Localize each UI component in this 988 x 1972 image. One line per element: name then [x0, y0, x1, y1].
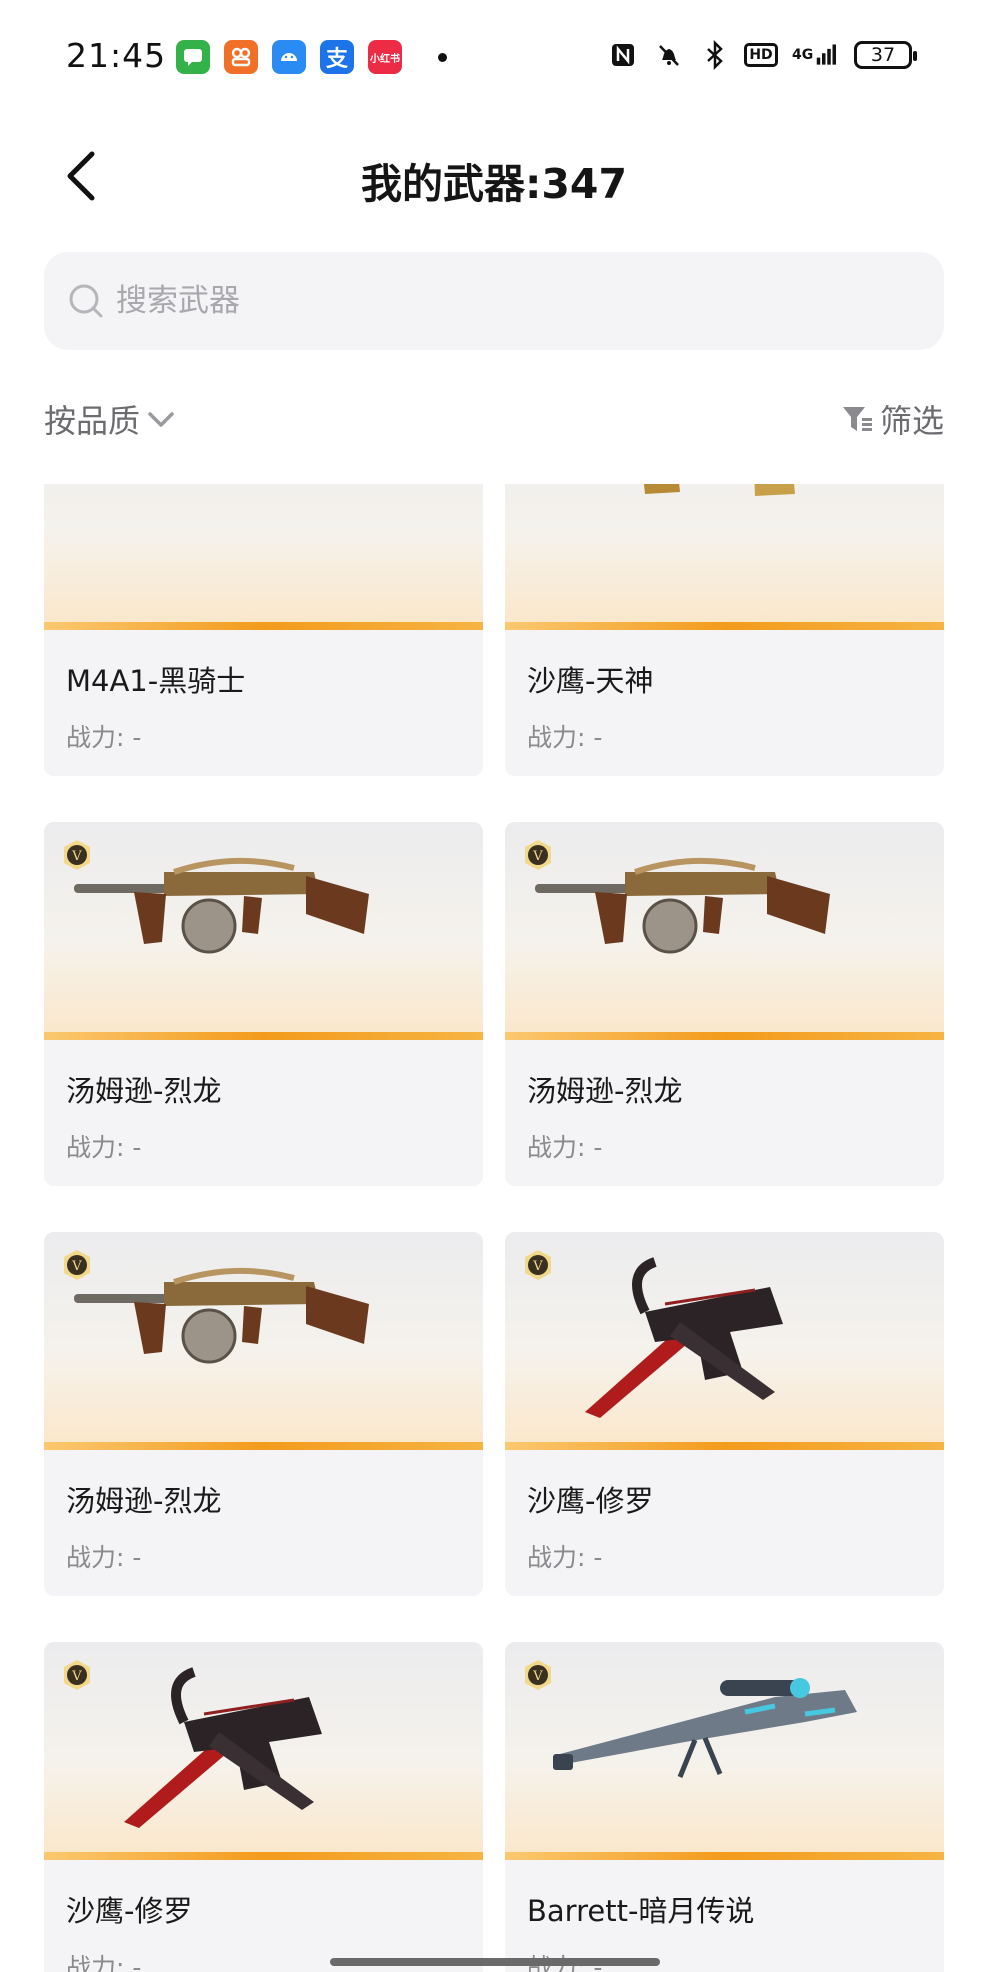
weapon-art [44, 484, 483, 622]
alipay-icon: 支 [320, 40, 354, 74]
hd-voice-icon: HD [744, 40, 778, 70]
weapon-name: M4A1-黑骑士 [66, 664, 246, 698]
weapon-image [44, 484, 483, 630]
search-input[interactable] [116, 283, 876, 319]
weapon-card[interactable]: M4A1-黑骑士战力: - [44, 484, 483, 776]
taobao-icon [224, 40, 258, 74]
svg-text:V: V [532, 849, 543, 864]
weapon-card[interactable]: 沙鹰-天神战力: - [505, 484, 944, 776]
xiaohongshu-icon: 小红书 [368, 40, 402, 74]
more-notifications-dot [438, 52, 447, 62]
page-title: 我的武器:347 [361, 160, 627, 208]
vip-badge-icon: V [64, 840, 90, 870]
weapon-card[interactable]: V 汤姆逊-烈龙战力: - [505, 822, 944, 1186]
weapon-name: 汤姆逊-烈龙 [527, 1074, 683, 1108]
vip-badge-icon: V [525, 1250, 551, 1280]
vip-badge-icon: V [525, 840, 551, 870]
weapon-image: V [44, 1642, 483, 1860]
weapon-name: 沙鹰-修罗 [66, 1894, 193, 1928]
status-time: 21:45 [66, 36, 167, 75]
weapon-art [644, 484, 795, 496]
filter-button[interactable]: 筛选 [840, 396, 944, 442]
hd-label: HD [744, 43, 778, 67]
chevron-down-icon [148, 412, 174, 427]
vip-badge-icon: V [64, 1660, 90, 1690]
weapon-name: 沙鹰-修罗 [527, 1484, 654, 1518]
svg-text:V: V [71, 849, 82, 864]
mute-bell-icon [654, 40, 684, 70]
weapon-name: 沙鹰-天神 [527, 664, 654, 698]
weapon-art [553, 1678, 857, 1778]
svg-text:V: V [532, 1669, 543, 1684]
weapon-image: V [505, 1642, 944, 1860]
signal-icon: 4G [792, 40, 838, 70]
vip-badge-icon: V [64, 1250, 90, 1280]
weapon-card[interactable]: VBarrett-暗月传说战力: - [505, 1642, 944, 1972]
weapon-name: Barrett-暗月传说 [527, 1894, 755, 1928]
battery-indicator: 37 [854, 41, 917, 69]
weapon-card[interactable]: V 沙鹰-修罗战力: - [44, 1642, 483, 1972]
weapon-art [535, 857, 830, 954]
system-status-icons: HD 4G 37 [608, 40, 917, 70]
network-type: 4G [792, 47, 814, 63]
nfc-icon [608, 40, 638, 70]
weapon-image: V [505, 822, 944, 1040]
svg-text:V: V [71, 1669, 82, 1684]
messages-icon [176, 40, 210, 74]
weapon-power: 战力: - [527, 723, 603, 752]
weapon-power: 战力: - [66, 1133, 142, 1162]
weapon-art [74, 857, 369, 954]
status-bar: 21:45 支 小红书 HD 4G 37 [0, 0, 988, 118]
weapon-art [74, 1267, 369, 1364]
weapon-power: 战力: - [527, 1543, 603, 1572]
weapon-power: 战力: - [66, 723, 142, 752]
weapon-art [585, 1257, 783, 1418]
notification-app-icons: 支 小红书 [176, 40, 447, 74]
sort-label: 按品质 [44, 402, 141, 440]
weapon-power: 战力: - [66, 1953, 142, 1972]
filter-label: 筛选 [879, 402, 944, 440]
weapon-name: 汤姆逊-烈龙 [66, 1484, 222, 1518]
weapon-power: 战力: - [66, 1543, 142, 1572]
weapon-card[interactable]: V 沙鹰-修罗战力: - [505, 1232, 944, 1596]
weapon-image: V [44, 1232, 483, 1450]
weapon-image: V [505, 1232, 944, 1450]
weapon-image: V [44, 822, 483, 1040]
weapon-power: 战力: - [527, 1133, 603, 1162]
weapon-card[interactable]: V 汤姆逊-烈龙战力: - [44, 1232, 483, 1596]
weapon-name: 汤姆逊-烈龙 [66, 1074, 222, 1108]
filter-icon [842, 407, 872, 431]
weapon-grid[interactable]: M4A1-黑骑士 战力: - 沙鹰-天神 战力: - V 汤姆逊-烈龙 战力: - V 汤姆逊-… [44, 484, 944, 1972]
android-icon [272, 40, 306, 74]
weapon-image [505, 484, 944, 630]
sort-dropdown[interactable]: 按品质 [44, 396, 178, 442]
weapon-card[interactable]: V 汤姆逊-烈龙战力: - [44, 822, 483, 1186]
search-icon [69, 284, 103, 318]
bluetooth-icon [700, 40, 730, 70]
search-bar[interactable] [44, 252, 944, 350]
svg-text:V: V [71, 1259, 82, 1274]
svg-text:V: V [532, 1259, 543, 1274]
home-indicator[interactable] [330, 1958, 660, 1966]
vip-badge-icon: V [525, 1660, 551, 1690]
weapon-art [124, 1667, 322, 1828]
